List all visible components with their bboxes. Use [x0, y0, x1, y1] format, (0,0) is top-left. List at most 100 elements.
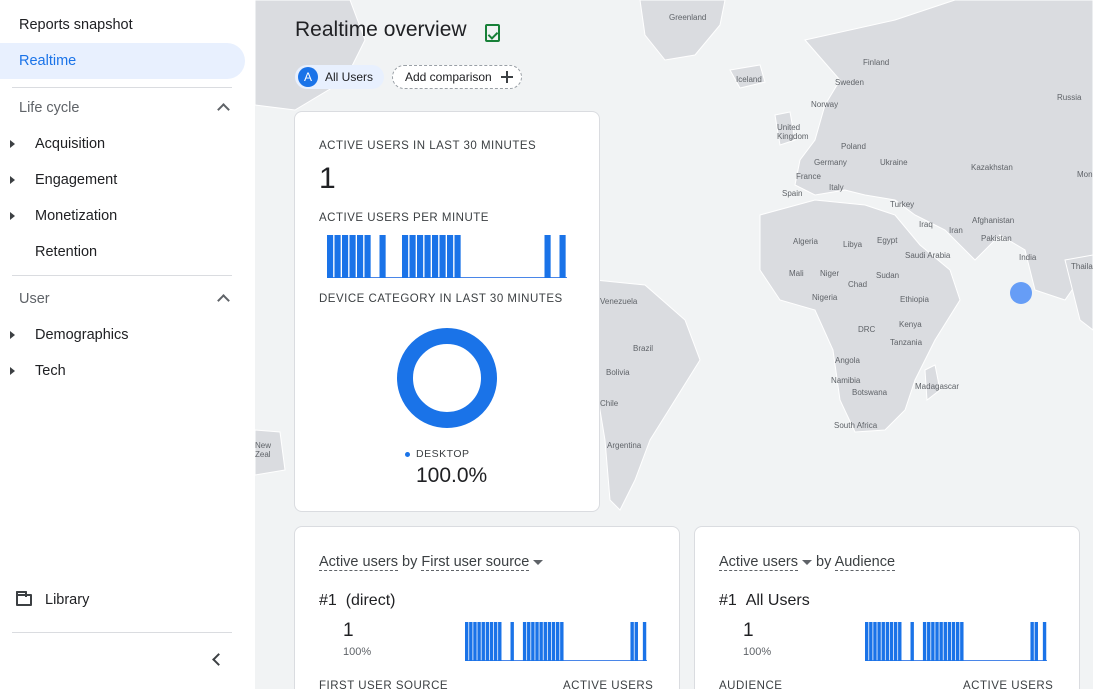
- country-label: Pakistan: [981, 234, 1012, 243]
- bar[interactable]: [877, 622, 881, 661]
- bar[interactable]: [947, 622, 952, 661]
- nav-library[interactable]: Library: [0, 582, 245, 618]
- nav-engagement[interactable]: Engagement: [0, 162, 245, 198]
- nav-reports-snapshot[interactable]: Reports snapshot: [0, 7, 245, 43]
- bar[interactable]: [642, 622, 647, 661]
- nav-demographics[interactable]: Demographics: [0, 317, 245, 353]
- user-location-bubble[interactable]: [1010, 282, 1032, 304]
- bar[interactable]: [465, 622, 469, 661]
- bar[interactable]: [551, 622, 556, 661]
- bar[interactable]: [547, 622, 552, 661]
- bar[interactable]: [634, 622, 638, 661]
- bar[interactable]: [327, 235, 334, 278]
- bar[interactable]: [539, 622, 543, 661]
- country-label: Ethiopia: [900, 295, 929, 304]
- bar[interactable]: [935, 622, 939, 661]
- metric-selector[interactable]: Active users: [719, 554, 798, 571]
- bar[interactable]: [881, 622, 885, 661]
- bar[interactable]: [481, 622, 485, 661]
- bar[interactable]: [527, 622, 531, 661]
- source-sparkline[interactable]: [465, 621, 647, 661]
- bar[interactable]: [1042, 622, 1047, 661]
- bar[interactable]: [477, 622, 481, 661]
- bar[interactable]: [889, 622, 894, 661]
- comparison-chip-all-users[interactable]: A All Users: [295, 65, 384, 89]
- section-lifecycle[interactable]: Life cycle: [0, 90, 245, 126]
- bar[interactable]: [531, 622, 535, 661]
- country-label: Brazil: [633, 344, 654, 353]
- data-quality-check-icon[interactable]: [485, 24, 500, 42]
- bar[interactable]: [898, 622, 902, 661]
- country-label: South Africa: [834, 421, 878, 430]
- bar[interactable]: [885, 622, 890, 661]
- bar[interactable]: [535, 622, 539, 661]
- bar[interactable]: [379, 235, 386, 278]
- bar[interactable]: [927, 622, 931, 661]
- dimension-selector[interactable]: First user source: [421, 554, 530, 571]
- bar[interactable]: [510, 622, 514, 661]
- bar[interactable]: [409, 235, 416, 278]
- bar[interactable]: [939, 622, 943, 661]
- country-label: United Kingdom: [777, 123, 809, 141]
- bar[interactable]: [556, 622, 560, 661]
- bar[interactable]: [473, 622, 477, 661]
- metric-selector[interactable]: Active users: [319, 554, 398, 571]
- bar[interactable]: [342, 235, 349, 278]
- per-minute-chart[interactable]: [327, 234, 567, 278]
- bar[interactable]: [543, 622, 547, 661]
- section-user[interactable]: User: [0, 281, 245, 317]
- bar[interactable]: [869, 622, 873, 661]
- bar[interactable]: [630, 622, 634, 661]
- dropdown-arrow-icon[interactable]: [533, 559, 544, 565]
- collapse-sidebar-icon[interactable]: [212, 653, 225, 666]
- bar[interactable]: [334, 235, 341, 278]
- dropdown-arrow-icon[interactable]: [801, 559, 812, 565]
- bar[interactable]: [493, 622, 498, 661]
- bar[interactable]: [943, 622, 947, 661]
- bar[interactable]: [469, 622, 473, 661]
- bar[interactable]: [1034, 622, 1038, 661]
- bar[interactable]: [910, 622, 914, 661]
- bar[interactable]: [1030, 622, 1034, 661]
- device-donut-chart[interactable]: [397, 328, 497, 428]
- country-label: India: [1019, 253, 1037, 262]
- nav-retention[interactable]: Retention: [0, 234, 245, 270]
- bar[interactable]: [417, 235, 424, 278]
- bar[interactable]: [873, 622, 877, 661]
- bar[interactable]: [931, 622, 935, 661]
- bar[interactable]: [956, 622, 960, 661]
- bar[interactable]: [364, 235, 371, 278]
- audience-sparkline[interactable]: [865, 621, 1047, 661]
- bar[interactable]: [560, 622, 564, 661]
- bar[interactable]: [485, 622, 490, 661]
- donut-slice-desktop[interactable]: [397, 328, 497, 428]
- bar[interactable]: [357, 235, 364, 278]
- country-label: Venezuela: [600, 297, 638, 306]
- country-label: Afghanistan: [972, 216, 1015, 225]
- column-header-source: FIRST USER SOURCE: [319, 680, 449, 689]
- nav-realtime[interactable]: Realtime: [0, 43, 245, 79]
- bar[interactable]: [522, 622, 527, 661]
- bar[interactable]: [893, 622, 898, 661]
- bar[interactable]: [432, 235, 439, 278]
- bar[interactable]: [454, 235, 461, 278]
- bar[interactable]: [544, 235, 551, 278]
- bar[interactable]: [559, 235, 566, 278]
- bar[interactable]: [439, 235, 446, 278]
- bar[interactable]: [402, 235, 409, 278]
- bar[interactable]: [951, 622, 956, 661]
- bar[interactable]: [349, 235, 356, 278]
- bar[interactable]: [424, 235, 431, 278]
- nav-tech[interactable]: Tech: [0, 353, 245, 389]
- nav-acquisition[interactable]: Acquisition: [0, 126, 245, 162]
- bar[interactable]: [922, 622, 927, 661]
- bar[interactable]: [489, 622, 494, 661]
- bar[interactable]: [960, 622, 964, 661]
- add-comparison-button[interactable]: Add comparison: [392, 65, 522, 89]
- bar[interactable]: [498, 622, 502, 661]
- bar[interactable]: [865, 622, 869, 661]
- rank-label: (direct): [345, 592, 396, 609]
- bar[interactable]: [447, 235, 454, 278]
- nav-monetization[interactable]: Monetization: [0, 198, 245, 234]
- dimension-selector[interactable]: Audience: [834, 554, 896, 571]
